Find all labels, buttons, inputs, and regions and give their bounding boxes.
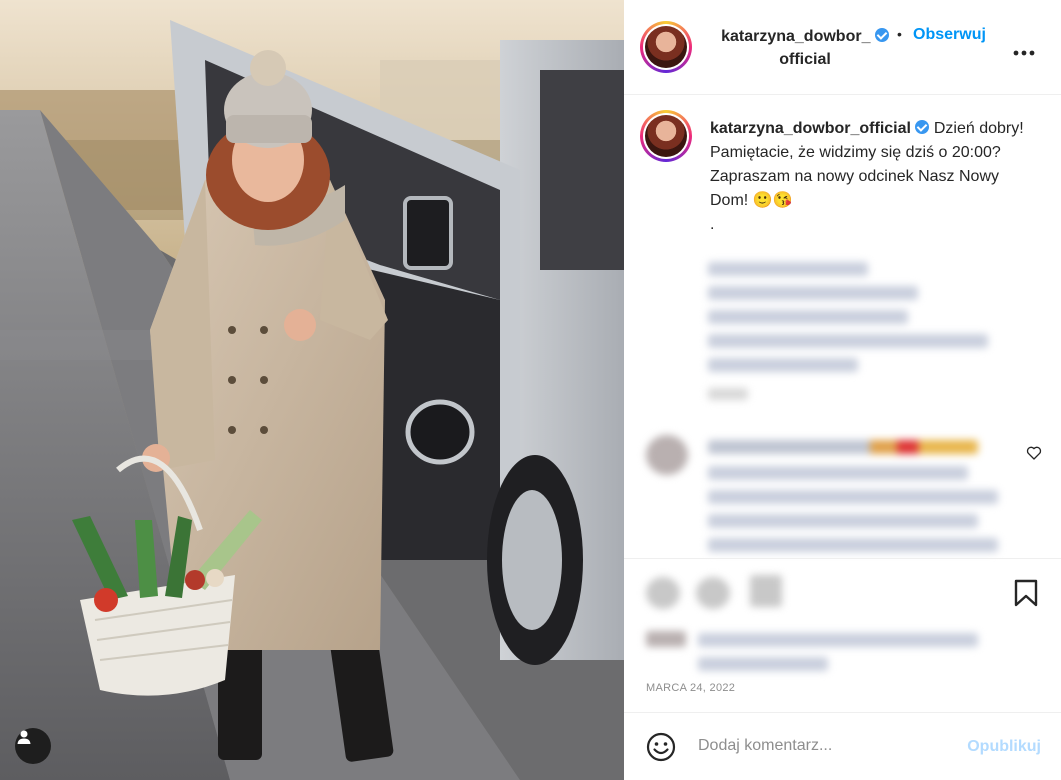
user-tag-icon xyxy=(17,730,31,744)
photo-illustration xyxy=(0,0,624,780)
bookmark-icon xyxy=(1014,579,1038,607)
emoji-icon xyxy=(646,732,676,762)
caption-avatar-image xyxy=(645,115,687,157)
share-button-blurred[interactable] xyxy=(750,575,782,607)
add-comment-bar: Opublikuj xyxy=(624,712,1061,780)
post-photo[interactable] xyxy=(0,0,624,780)
caption-username[interactable]: katarzyna_dowbor_official xyxy=(710,120,911,137)
emoji-button[interactable] xyxy=(646,732,676,767)
publish-button[interactable]: Opublikuj xyxy=(967,738,1041,756)
more-options-button[interactable] xyxy=(1013,36,1035,62)
caption-dot: . xyxy=(710,216,715,233)
follow-button[interactable]: Obserwuj xyxy=(913,26,986,44)
save-button[interactable] xyxy=(1014,579,1038,612)
comment-input[interactable] xyxy=(698,737,938,755)
more-dots-icon xyxy=(1013,50,1035,56)
username-line-1: katarzyna_dowbor_ xyxy=(721,28,871,45)
avatar-image xyxy=(645,26,687,68)
username-line-2: official xyxy=(779,51,831,68)
verified-badge-icon xyxy=(874,28,889,42)
caption-author-avatar[interactable] xyxy=(640,110,692,162)
caption-verified-icon xyxy=(915,120,930,134)
author-username[interactable]: katarzyna_dowbor_ official xyxy=(710,26,900,72)
author-avatar[interactable] xyxy=(640,21,692,73)
post-header: katarzyna_dowbor_ official • Obserwuj xyxy=(624,0,1061,95)
user-tag-button[interactable] xyxy=(15,728,51,764)
post-side-panel: katarzyna_dowbor_ official • Obserwuj ka… xyxy=(624,0,1061,780)
header-separator: • xyxy=(897,26,902,42)
post-date: MARCA 24, 2022 xyxy=(646,682,736,694)
like-button-blurred[interactable] xyxy=(646,577,680,609)
comment-button-blurred[interactable] xyxy=(696,577,730,609)
post-caption: katarzyna_dowbor_official Dzień dobry! P… xyxy=(710,117,1030,237)
comment-like-button[interactable] xyxy=(1026,445,1042,466)
heart-icon xyxy=(1026,446,1042,460)
